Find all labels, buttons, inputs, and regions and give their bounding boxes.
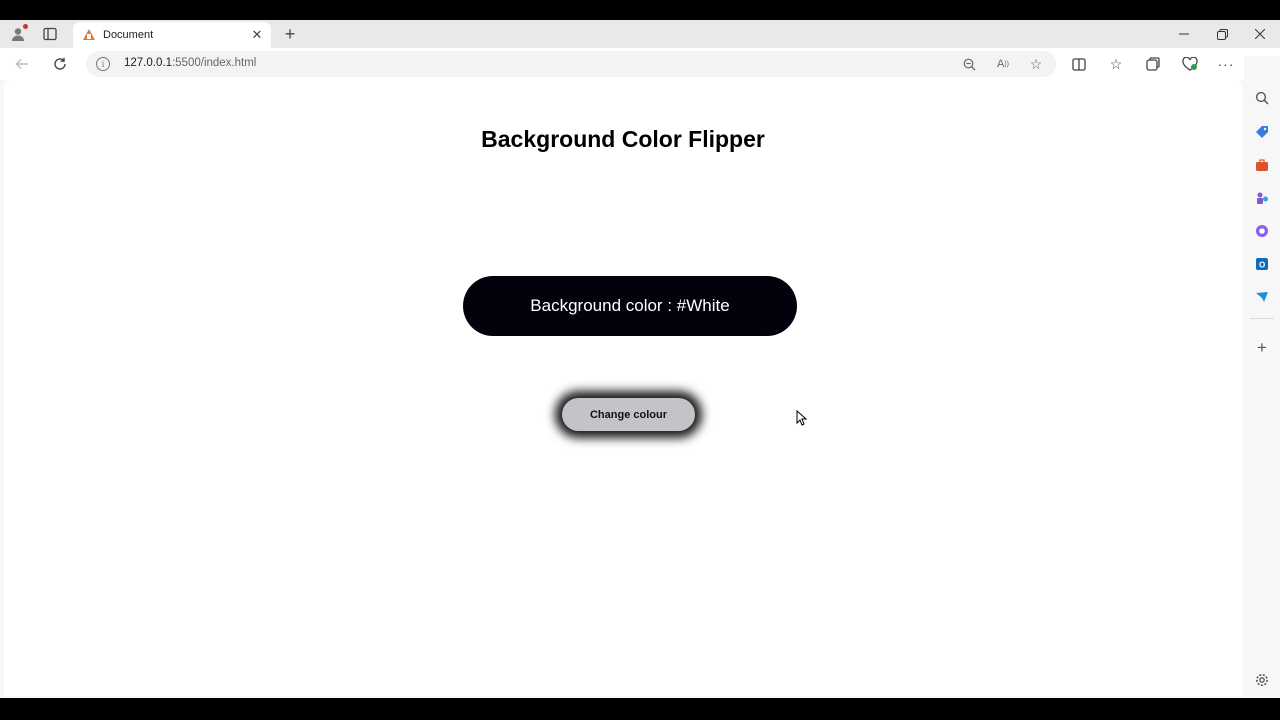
drop-icon[interactable] <box>1252 287 1272 307</box>
restore-button[interactable] <box>1204 22 1240 46</box>
tab-strip: Document ✕ + <box>0 20 1280 48</box>
site-info-icon[interactable]: i <box>96 57 110 71</box>
add-icon[interactable]: + <box>1252 338 1272 358</box>
favorites-icon[interactable]: ☆ <box>1105 54 1127 74</box>
page-title: Background Color Flipper <box>481 126 765 152</box>
settings-gear-icon[interactable] <box>1252 670 1272 690</box>
sidebar-separator <box>1250 318 1274 319</box>
browser-window: Document ✕ + i 127.0.0.1:5500/index.html… <box>0 20 1280 698</box>
color-display: Background color : #White <box>463 276 797 336</box>
search-icon[interactable] <box>1252 88 1272 108</box>
star-icon[interactable]: ☆ <box>1027 56 1045 72</box>
change-colour-button[interactable]: Change colour <box>562 398 695 431</box>
svg-text:O: O <box>1259 261 1265 270</box>
active-tab[interactable]: Document ✕ <box>73 22 271 48</box>
more-icon[interactable]: ··· <box>1215 54 1237 74</box>
tab-actions-icon[interactable] <box>38 22 62 46</box>
close-window-button[interactable] <box>1242 22 1278 46</box>
tools-icon[interactable] <box>1252 155 1272 175</box>
back-arrow-icon[interactable] <box>10 52 34 76</box>
read-aloud-icon[interactable]: A)) <box>994 56 1012 72</box>
minimize-button[interactable] <box>1166 22 1202 46</box>
favicon-icon <box>83 29 95 41</box>
url-text[interactable]: 127.0.0.1:5500/index.html <box>124 57 256 69</box>
shopping-tag-icon[interactable] <box>1252 122 1272 142</box>
page-viewport: Background Color Flipper Background colo… <box>4 80 1242 696</box>
new-tab-button[interactable]: + <box>278 22 302 46</box>
mouse-cursor-icon <box>796 410 808 426</box>
browser-essentials-icon[interactable] <box>1179 54 1201 74</box>
right-sidebar: O + <box>1244 56 1280 698</box>
toolbar: i 127.0.0.1:5500/index.html A)) ☆ ☆ ··· <box>0 48 1280 80</box>
games-icon[interactable] <box>1252 188 1272 208</box>
tab-title: Document <box>103 29 154 41</box>
collections-icon[interactable] <box>1142 54 1164 74</box>
close-tab-icon[interactable]: ✕ <box>247 25 267 45</box>
bottom-bar <box>0 698 1280 720</box>
profile-icon[interactable] <box>6 22 30 46</box>
microsoft-365-icon[interactable] <box>1252 221 1272 241</box>
outlook-icon[interactable]: O <box>1252 254 1272 274</box>
url-host: 127.0.0.1 <box>124 57 172 69</box>
split-screen-icon[interactable] <box>1068 54 1090 74</box>
address-bar[interactable]: i 127.0.0.1:5500/index.html A)) ☆ <box>86 51 1056 77</box>
reload-icon[interactable] <box>48 52 72 76</box>
zoom-out-icon[interactable] <box>960 56 978 72</box>
url-path: :5500/index.html <box>171 57 257 69</box>
screen: Document ✕ + i 127.0.0.1:5500/index.html… <box>0 0 1280 720</box>
